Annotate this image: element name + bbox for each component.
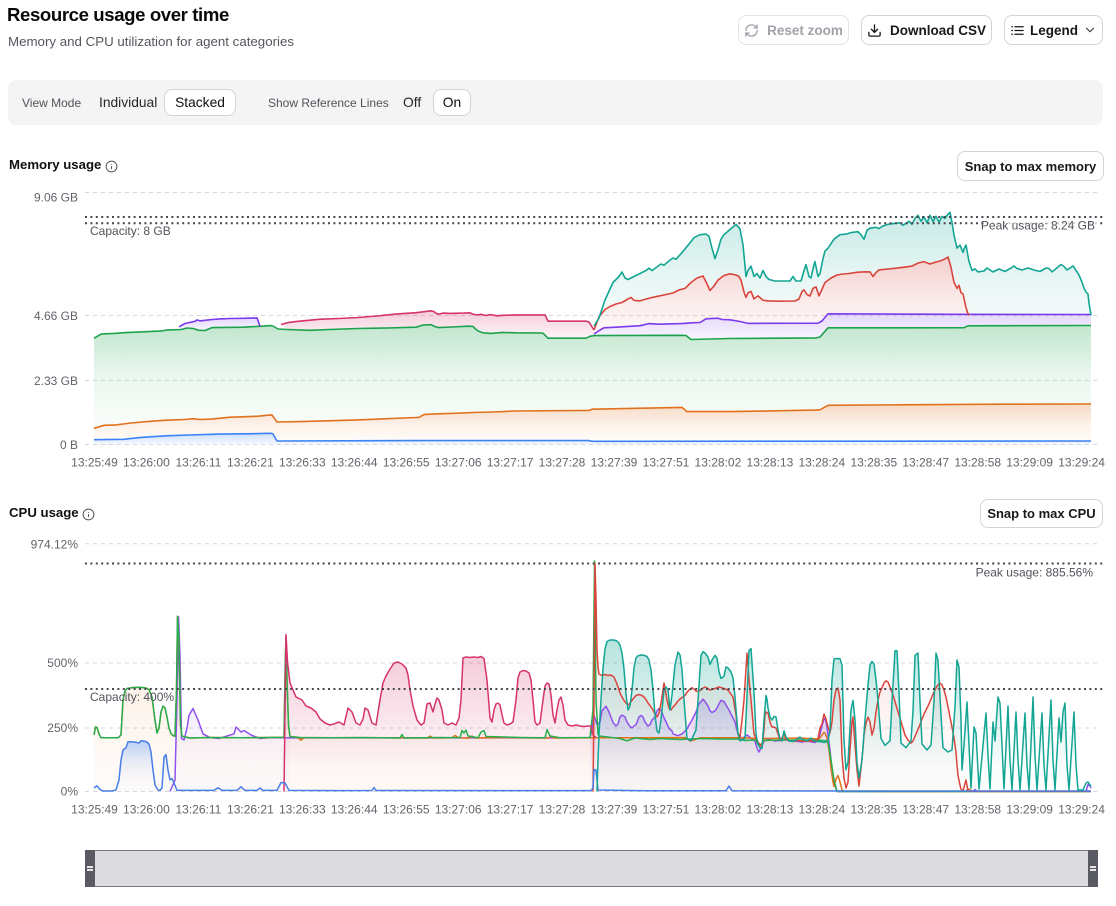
svg-text:250%: 250% (47, 721, 78, 735)
svg-text:13:27:39: 13:27:39 (591, 803, 638, 817)
svg-text:13:26:11: 13:26:11 (175, 803, 221, 817)
svg-text:974.12%: 974.12% (31, 538, 79, 552)
svg-text:13:27:06: 13:27:06 (435, 803, 482, 817)
svg-text:13:27:17: 13:27:17 (487, 803, 534, 817)
svg-text:13:26:55: 13:26:55 (383, 803, 430, 817)
svg-text:13:26:33: 13:26:33 (279, 803, 326, 817)
svg-text:13:28:47: 13:28:47 (902, 803, 949, 817)
svg-text:13:28:35: 13:28:35 (850, 803, 897, 817)
svg-text:13:28:13: 13:28:13 (747, 803, 794, 817)
svg-text:13:26:21: 13:26:21 (227, 803, 274, 817)
svg-text:Capacity: 400%: Capacity: 400% (90, 690, 174, 704)
svg-text:13:28:58: 13:28:58 (954, 803, 1001, 817)
svg-text:500%: 500% (47, 656, 78, 670)
svg-text:13:28:02: 13:28:02 (695, 803, 742, 817)
svg-text:0%: 0% (61, 785, 79, 799)
svg-text:13:28:24: 13:28:24 (798, 803, 845, 817)
svg-text:13:29:09: 13:29:09 (1006, 803, 1053, 817)
svg-text:13:27:28: 13:27:28 (539, 803, 586, 817)
svg-text:13:26:00: 13:26:00 (123, 803, 170, 817)
svg-text:13:25:49: 13:25:49 (71, 803, 118, 817)
svg-text:13:29:24: 13:29:24 (1058, 803, 1105, 817)
svg-text:13:26:44: 13:26:44 (331, 803, 378, 817)
svg-text:Peak usage: 885.56%: Peak usage: 885.56% (976, 566, 1094, 580)
svg-text:13:27:51: 13:27:51 (643, 803, 690, 817)
